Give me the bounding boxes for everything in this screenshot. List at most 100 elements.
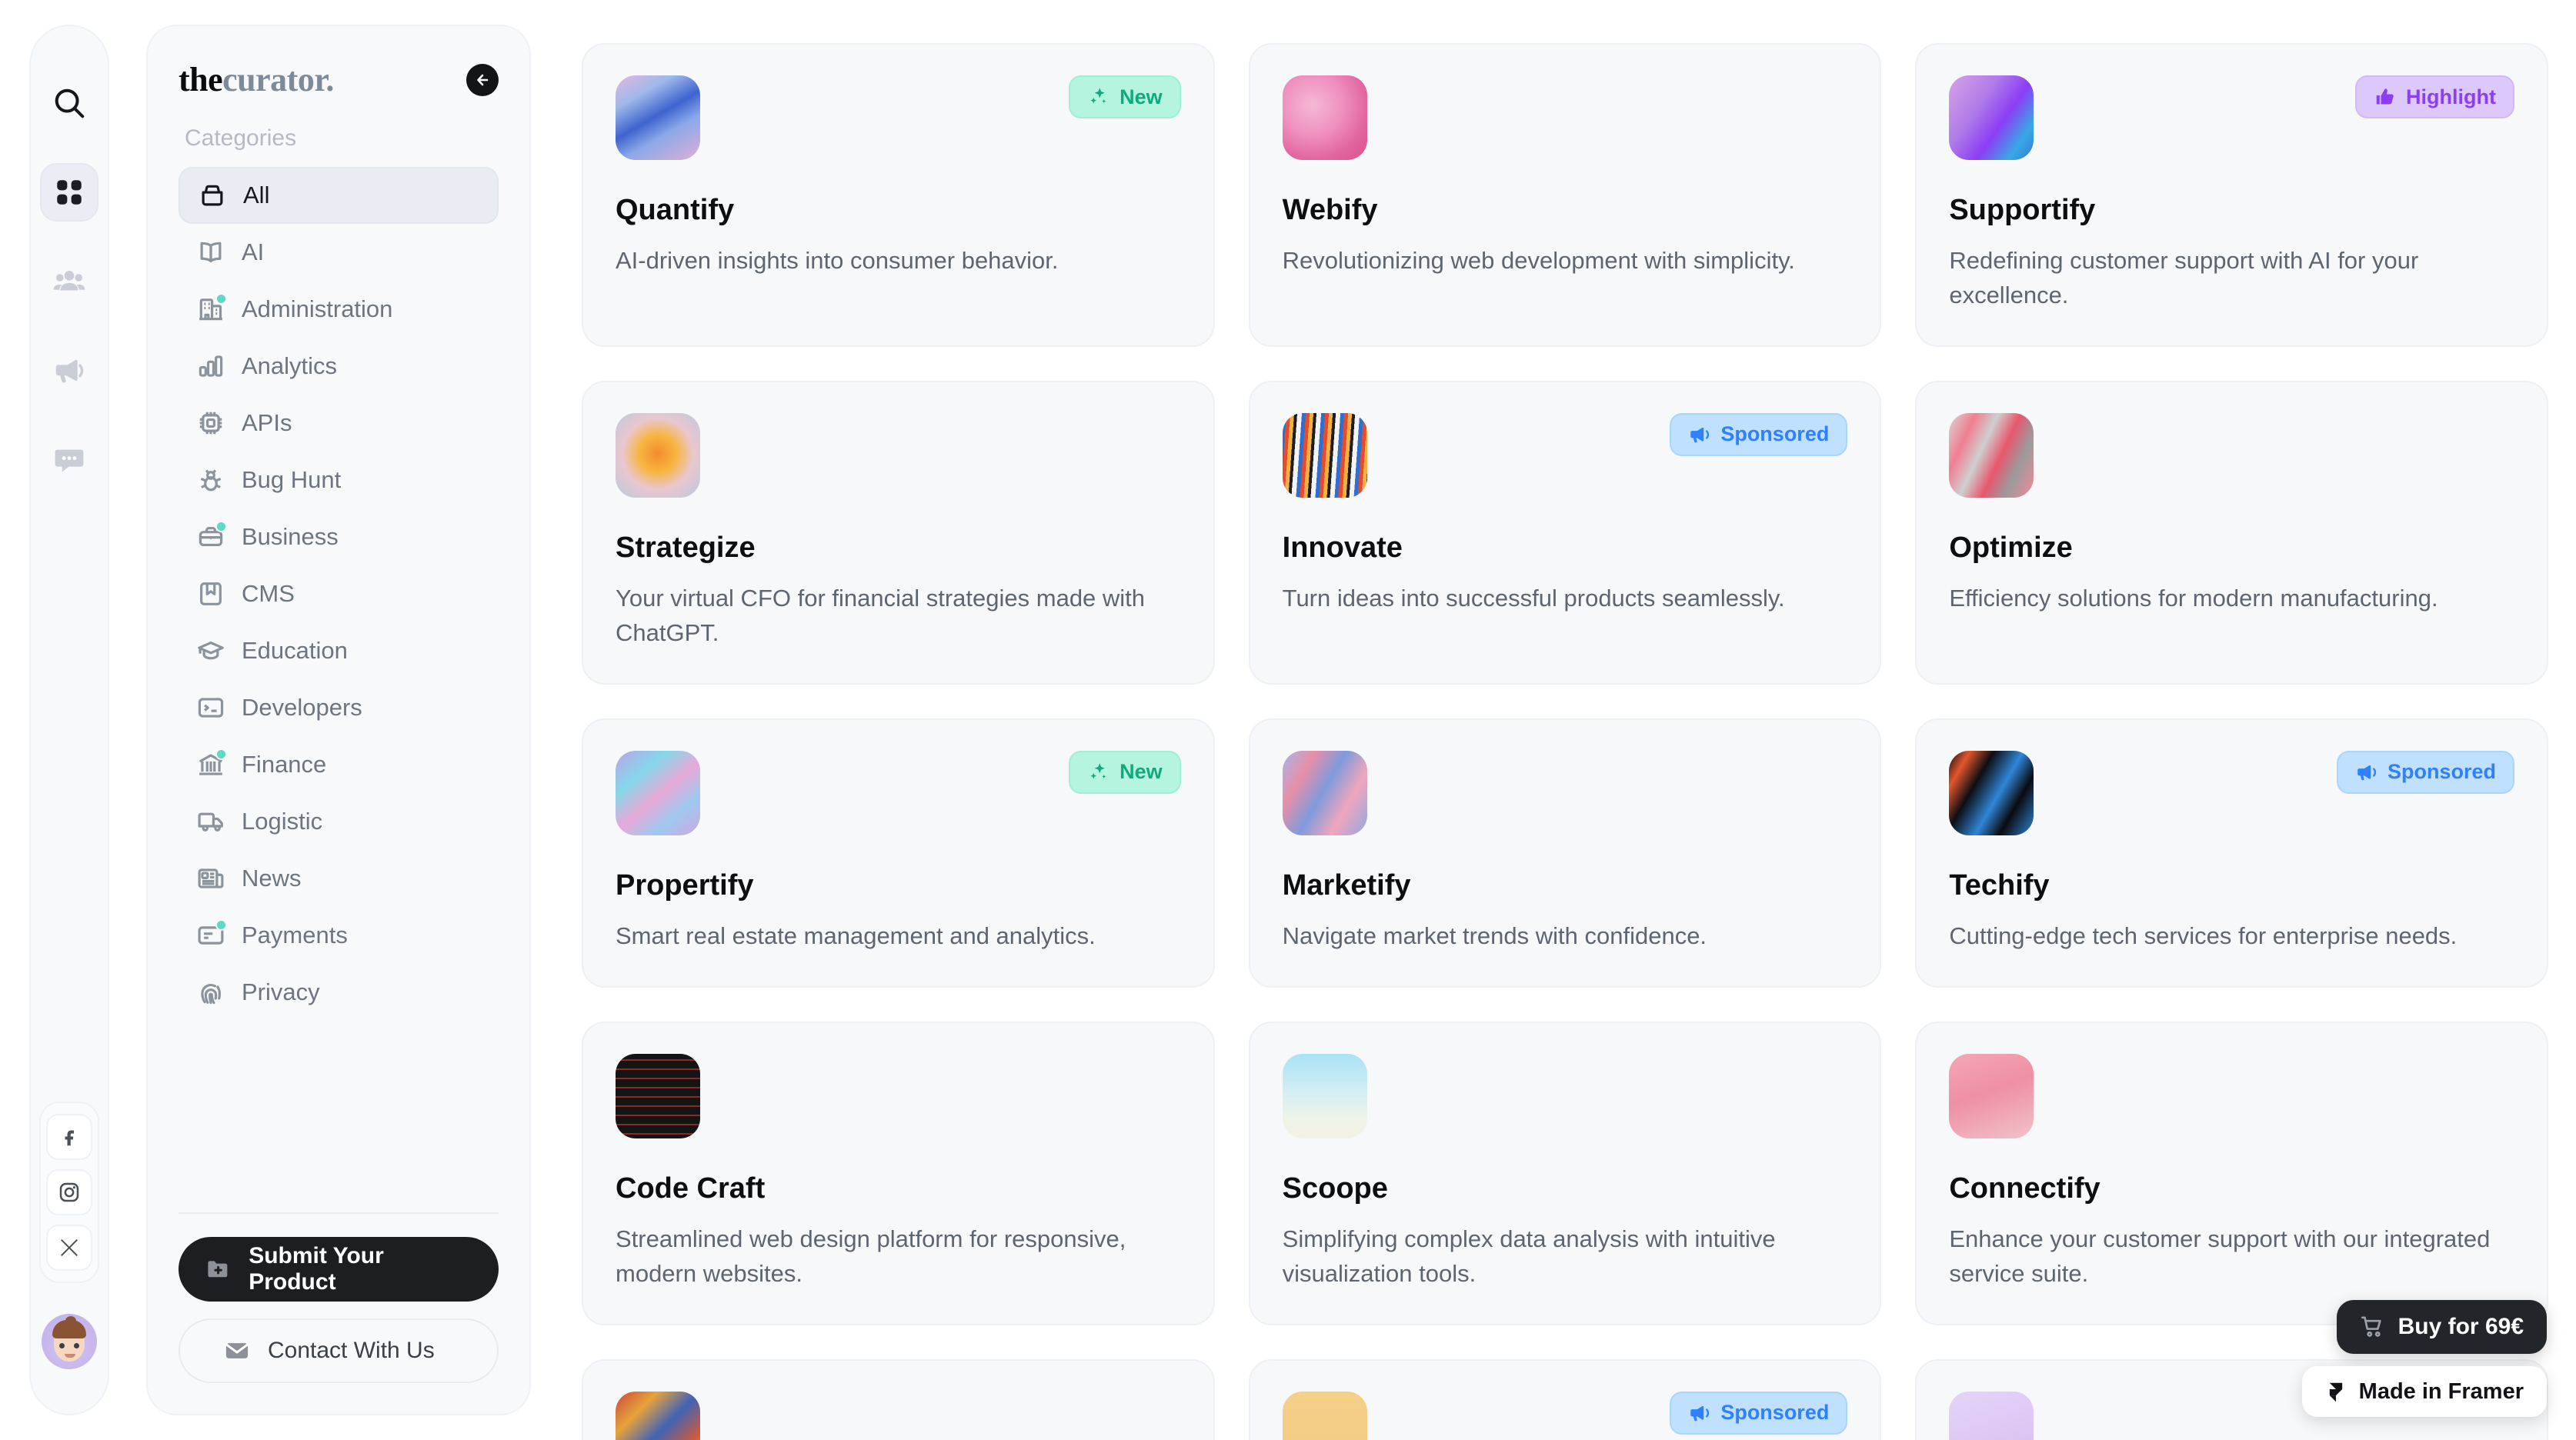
product-description: Simplifying complex data analysis with i… [1282, 1225, 1776, 1287]
product-description: Efficiency solutions for modern manufact… [1949, 584, 2438, 612]
sidebar-category-all[interactable]: All [179, 167, 499, 224]
sidebar-category-developers[interactable]: Developers [179, 679, 499, 736]
contact-us-label: Contact With Us [268, 1338, 435, 1363]
sidebar-item-community[interactable] [40, 252, 98, 311]
sidebar-category-label: Bug Hunt [242, 466, 342, 493]
chip-icon [195, 408, 226, 438]
product-card-header: Sponsored [1282, 1391, 1848, 1440]
product-description: Enhance your customer support with our i… [1949, 1225, 2491, 1287]
submit-product-button[interactable]: Submit Your Product [179, 1237, 499, 1302]
product-title: Strategize [616, 531, 756, 564]
sidebar-item-announcements[interactable] [40, 342, 98, 400]
product-thumbnail [616, 750, 700, 835]
sidebar-footer: Submit Your Product Contact With Us [179, 1212, 499, 1414]
x-link[interactable] [46, 1225, 92, 1271]
buy-button[interactable]: Buy for 69€ [2336, 1300, 2547, 1354]
product-title: Scoope [1282, 1172, 1388, 1205]
made-in-framer-button[interactable]: Made in Framer [2301, 1366, 2547, 1417]
sidebar-category-cms[interactable]: CMS [179, 565, 499, 622]
product-thumbnail [1282, 1053, 1367, 1138]
grid-icon [57, 180, 82, 205]
facebook-link[interactable] [46, 1114, 92, 1160]
brand-row: thecurator. [179, 60, 499, 99]
product-thumbnail [1282, 750, 1367, 835]
product-card[interactable]: Sponsored Innovate Turn ideas into success… [1248, 380, 1882, 685]
collapse-sidebar-button[interactable] [466, 63, 499, 96]
sidebar-item-products[interactable] [40, 163, 98, 222]
megaphone-icon [55, 359, 84, 383]
sidebar-category-label: CMS [242, 580, 295, 607]
made-in-framer-label: Made in Framer [2358, 1378, 2524, 1404]
product-card[interactable]: Highlight Supportify Redefining customer s… [1915, 43, 2548, 347]
box-icon [197, 180, 228, 211]
avatar[interactable] [42, 1314, 97, 1369]
product-card[interactable]: Scoope Simplifying complex data analysis … [1248, 1021, 1882, 1325]
instagram-link[interactable] [46, 1169, 92, 1215]
app-root: thecurator. Categories All AI Administrati… [0, 0, 2576, 1440]
product-thumbnail [1949, 1391, 2034, 1440]
sidebar-category-logistic[interactable]: Logistic [179, 793, 499, 850]
sidebar-category-payments[interactable]: Payments [179, 907, 499, 964]
sidebar-category-apis[interactable]: APIs [179, 395, 499, 452]
sidebar-item-messages[interactable] [40, 431, 98, 489]
product-card-header [1282, 75, 1848, 160]
sidebar-category-education[interactable]: Education [179, 622, 499, 679]
product-description: Navigate market trends with confidence. [1282, 922, 1707, 949]
instagram-icon [59, 1182, 79, 1202]
sidebar-category-label: Education [242, 637, 348, 664]
badge-sponsored: Sponsored [1670, 1391, 1848, 1435]
megaphone-icon [1688, 423, 1711, 446]
product-card-header [616, 1391, 1181, 1440]
product-card[interactable]: New Quantify AI-driven insights into consu… [582, 43, 1215, 347]
sidebar-category-finance[interactable]: Finance [179, 736, 499, 793]
product-thumbnail [1949, 750, 2034, 835]
logo[interactable]: thecurator. [179, 60, 334, 99]
product-card[interactable] [582, 1358, 1215, 1440]
badge-label: Sponsored [1720, 1401, 1830, 1425]
product-title: Code Craft [616, 1172, 766, 1205]
terminal-icon [195, 692, 226, 723]
sidebar-category-bug-hunt[interactable]: Bug Hunt [179, 452, 499, 508]
product-description: Smart real estate management and analyti… [616, 922, 1096, 949]
product-title: Webify [1282, 194, 1378, 226]
badge-sponsored: Sponsored [2336, 750, 2514, 794]
chat-icon [55, 449, 84, 472]
product-card[interactable]: Webify Revolutionizing web development wi… [1248, 43, 1882, 347]
sidebar-category-label: Privacy [242, 978, 320, 1005]
category-sidebar: thecurator. Categories All AI Administrati… [146, 25, 531, 1415]
product-thumbnail [616, 75, 700, 160]
categories-heading: Categories [185, 125, 297, 151]
product-card[interactable]: Sponsored Techify Cutting-edge tech servic… [1915, 718, 2548, 988]
search-icon-button[interactable] [40, 74, 98, 132]
product-card-header: Sponsored [1949, 750, 2514, 835]
product-title: Quantify [616, 194, 735, 226]
product-card[interactable]: Connectify Enhance your customer support … [1915, 1021, 2548, 1325]
product-title: Propertify [616, 868, 754, 902]
product-card[interactable]: Code Craft Streamlined web design platfor… [582, 1021, 1215, 1325]
bank-icon [195, 748, 227, 780]
badge-new: New [1069, 750, 1181, 794]
sidebar-category-privacy[interactable]: Privacy [179, 964, 499, 1021]
search-icon [55, 88, 85, 118]
book-icon [195, 237, 226, 268]
sidebar-category-news[interactable]: News [179, 850, 499, 907]
product-title: Techify [1949, 868, 2050, 902]
mail-icon [225, 1343, 249, 1358]
product-card[interactable]: New Propertify Smart real estate managemen… [582, 718, 1215, 988]
product-thumbnail [616, 1391, 700, 1440]
product-card[interactable]: Marketify Navigate market trends with con… [1248, 718, 1882, 988]
product-card[interactable]: Strategize Your virtual CFO for financial… [582, 380, 1215, 685]
product-thumbnail [1282, 75, 1367, 160]
contact-us-button[interactable]: Contact With Us [179, 1318, 499, 1383]
product-card[interactable]: Sponsored [1248, 1358, 1882, 1440]
product-card[interactable]: Optimize Efficiency solutions for modern … [1915, 380, 2548, 685]
arrow-left-icon [477, 74, 489, 85]
sidebar-category-analytics[interactable]: Analytics [179, 338, 499, 395]
product-title: Optimize [1949, 531, 2073, 564]
notification-dot [215, 748, 227, 760]
graduation-cap-icon [195, 635, 226, 666]
sidebar-category-business[interactable]: Business [179, 508, 499, 565]
sidebar-category-administration[interactable]: Administration [179, 281, 499, 338]
product-grid: New Quantify AI-driven insights into consu… [582, 43, 2548, 1440]
sidebar-category-ai[interactable]: AI [179, 224, 499, 281]
